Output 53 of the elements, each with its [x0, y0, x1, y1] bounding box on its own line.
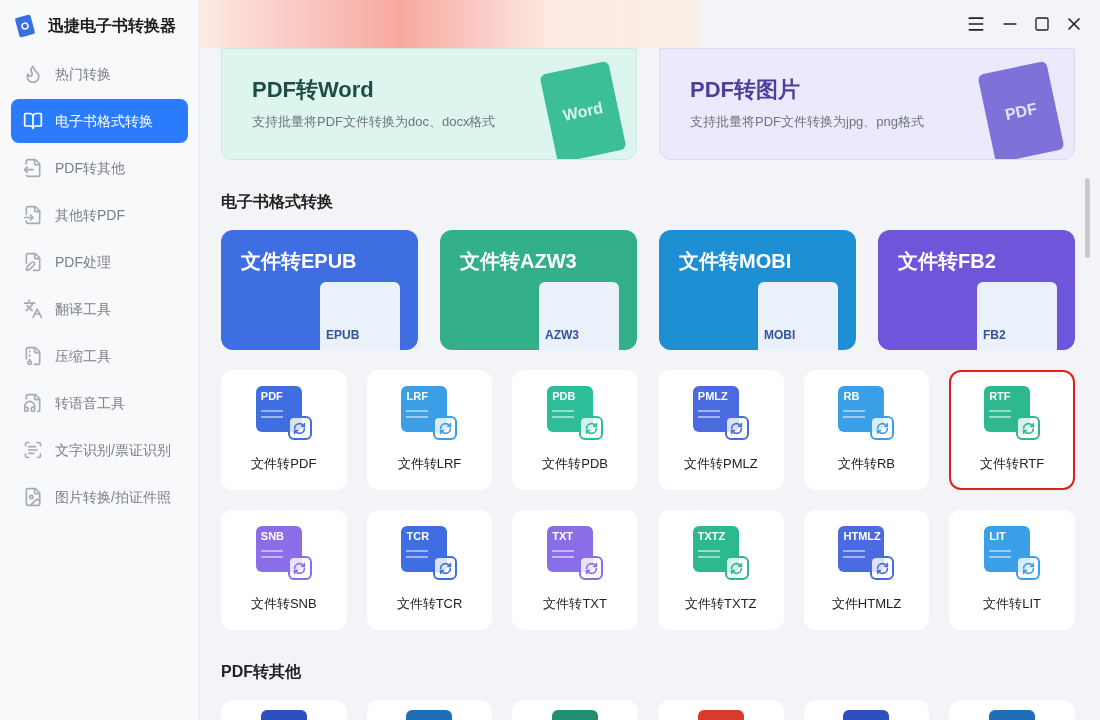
book-icon: [23, 111, 43, 131]
app-logo-icon: [14, 14, 36, 38]
format-tile[interactable]: LRF 文件转LRF: [366, 370, 493, 490]
sidebar-item[interactable]: 电子书格式转换: [11, 99, 188, 143]
format-tile[interactable]: LIT 文件转LIT: [949, 510, 1075, 630]
sidebar-item[interactable]: 压缩工具: [11, 334, 188, 378]
feature-card[interactable]: PDF转Word 支持批量将PDF文件转换为doc、docx格式 Word: [221, 48, 637, 160]
sidebar-item[interactable]: PDF转其他: [11, 146, 188, 190]
scan-icon: [23, 440, 43, 460]
feature-card[interactable]: PDF转图片 支持批量将PDF文件转换为jpg、png格式 PDF: [659, 48, 1075, 160]
section-heading: PDF转其他: [221, 662, 302, 682]
document-illustration: Word: [539, 60, 627, 159]
format-tile[interactable]: PMLZ 文件转PMLZ: [658, 370, 784, 490]
format-tile[interactable]: PDB 文件转PDB: [512, 370, 638, 490]
document-icon: [23, 205, 43, 225]
image-file-icon: [23, 487, 43, 507]
translate-icon: [23, 299, 43, 319]
book-illustration: EPUB: [320, 282, 400, 350]
format-banner[interactable]: 文件转MOBI MOBI: [659, 230, 856, 350]
sidebar-item[interactable]: 转语音工具: [11, 381, 188, 425]
format-tile[interactable]: SNB 文件转SNB: [221, 510, 347, 630]
sidebar-item[interactable]: 其他转PDF: [11, 193, 188, 237]
document-pen-icon: [23, 252, 43, 272]
sidebar-item[interactable]: 图片转换/拍证件照: [11, 475, 188, 519]
sidebar-item[interactable]: 热门转换: [11, 52, 188, 96]
feature-title: PDF转图片: [690, 76, 801, 104]
format-tile[interactable]: RTF 文件转RTF: [949, 370, 1075, 490]
flame-icon: [23, 64, 43, 84]
maximize-icon[interactable]: [1034, 16, 1050, 32]
book-illustration: MOBI: [758, 282, 838, 350]
menu-icon[interactable]: [966, 14, 986, 34]
section-heading: 电子书格式转换: [221, 192, 334, 212]
format-banner[interactable]: 文件转FB2 FB2: [878, 230, 1075, 350]
sidebar-item[interactable]: 文字识别/票证识别: [11, 428, 188, 472]
format-tile[interactable]: HTMLZ 文件HTMLZ: [803, 510, 930, 630]
archive-icon: [23, 346, 43, 366]
sidebar-item[interactable]: PDF处理: [11, 240, 188, 284]
format-banner[interactable]: 文件转EPUB EPUB: [221, 230, 418, 350]
document-illustration: PDF: [977, 60, 1065, 159]
sidebar-item[interactable]: 翻译工具: [11, 287, 188, 331]
audio-file-icon: [23, 393, 43, 413]
scrollbar-thumb[interactable]: [1085, 178, 1090, 258]
format-tile[interactable]: TCR 文件转TCR: [366, 510, 493, 630]
format-tile[interactable]: TXT 文件转TXT: [512, 510, 638, 630]
format-tile[interactable]: PDF 文件转PDF: [221, 370, 347, 490]
book-illustration: FB2: [977, 282, 1057, 350]
feature-title: PDF转Word: [252, 76, 375, 104]
format-banner[interactable]: 文件转AZW3 AZW3: [440, 230, 637, 350]
format-tile[interactable]: RB 文件转RB: [803, 370, 930, 490]
app-title: 迅捷电子书转换器: [48, 16, 176, 36]
document-icon: [23, 158, 43, 178]
book-illustration: AZW3: [539, 282, 619, 350]
format-tile[interactable]: TXTZ 文件转TXTZ: [658, 510, 784, 630]
